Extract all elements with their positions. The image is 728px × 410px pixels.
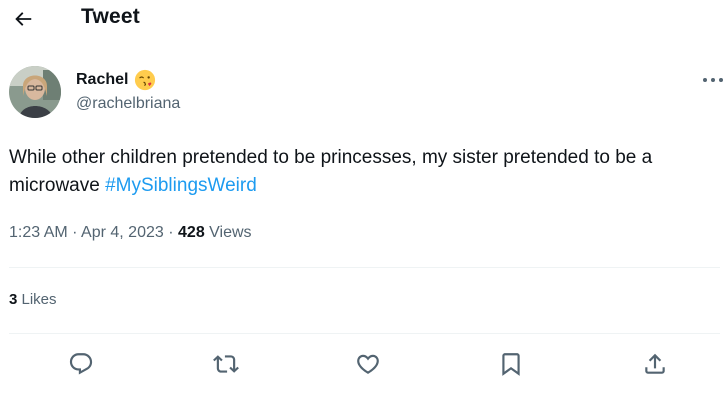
like-icon xyxy=(357,354,379,374)
more-horizontal-icon xyxy=(703,78,723,82)
back-button[interactable] xyxy=(10,6,36,32)
views-label: Views xyxy=(204,224,252,241)
top-bar: Tweet xyxy=(0,0,728,38)
likes-label: Likes xyxy=(17,291,57,308)
tweet-time[interactable]: 1:23 AM xyxy=(9,224,68,241)
bookmark-button[interactable] xyxy=(496,349,526,379)
divider xyxy=(9,267,720,268)
like-button[interactable] xyxy=(353,349,383,379)
meta-separator: · xyxy=(72,224,78,241)
likes-link[interactable]: 3 Likes xyxy=(9,291,57,308)
tweet-text: While other children pretended to be pri… xyxy=(9,144,721,200)
arrow-left-icon xyxy=(15,12,32,26)
views-count: 428 xyxy=(178,224,205,241)
page-title: Tweet xyxy=(81,5,140,28)
reply-button[interactable] xyxy=(66,349,96,379)
retweet-button[interactable] xyxy=(211,349,241,379)
tweet-meta: 1:23 AM · Apr 4, 2023 · 428 Views xyxy=(9,224,252,242)
share-icon xyxy=(645,353,665,374)
share-button[interactable] xyxy=(640,349,670,379)
kissing-face-emoji xyxy=(135,69,156,91)
hashtag-link[interactable]: #MySiblingsWeird xyxy=(105,175,257,196)
meta-separator: · xyxy=(168,224,174,241)
avatar[interactable] xyxy=(9,66,61,118)
reply-icon xyxy=(69,353,93,375)
author-name[interactable]: Rachel xyxy=(76,69,156,91)
author-handle[interactable]: @rachelbriana xyxy=(76,95,180,113)
avatar-image xyxy=(9,66,61,118)
tweet-date[interactable]: Apr 4, 2023 xyxy=(81,224,164,241)
more-options-button[interactable] xyxy=(699,70,727,90)
bookmark-icon xyxy=(502,353,520,376)
divider xyxy=(9,333,720,334)
author-display-name: Rachel xyxy=(76,71,129,88)
retweet-icon xyxy=(213,355,239,373)
